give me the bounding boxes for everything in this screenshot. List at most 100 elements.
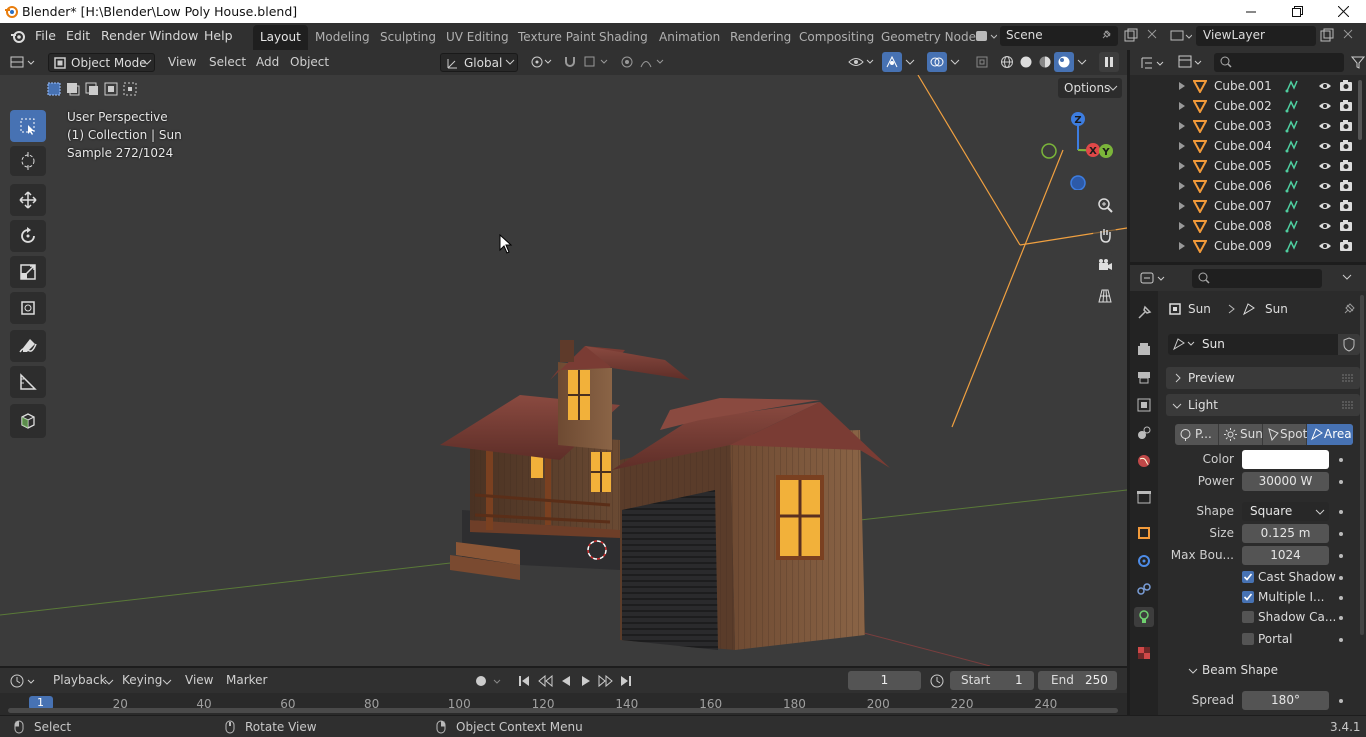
eye-icon[interactable] [1318,180,1332,192]
expand-arrow-icon[interactable] [1178,202,1186,210]
select-box-tool[interactable] [10,110,46,142]
camera-view-icon[interactable] [1093,253,1117,277]
keyframe-dot-icon[interactable] [1339,576,1343,580]
beam-shape-subpanel-header[interactable]: Beam Shape [1178,661,1358,681]
menu-window[interactable]: Window [149,28,198,43]
outliner-editor-icon[interactable] [1140,55,1168,71]
modifier-icon[interactable] [1285,239,1299,253]
jump-keyframe-forward-icon[interactable] [598,673,614,689]
add-cube-tool[interactable] [10,404,46,438]
size-field[interactable]: 0.125 m [1242,524,1329,543]
view-layer-tab-icon[interactable] [1134,395,1154,415]
start-frame-field[interactable]: Start 1 [950,671,1034,690]
menu-render[interactable]: Render [101,28,146,43]
transform-tool[interactable] [10,292,46,324]
constraints-tab-icon[interactable] [1134,579,1154,599]
modifier-icon[interactable] [1285,119,1299,133]
select-subtract-icon[interactable] [84,81,100,97]
keyframe-dot-icon[interactable] [1339,638,1343,642]
view-layer-icon[interactable] [1170,28,1192,44]
expand-arrow-icon[interactable] [1178,122,1186,130]
editor-type-icon[interactable] [10,54,38,70]
keyframe-dot-icon[interactable] [1339,554,1343,558]
pin-icon[interactable] [1342,302,1356,316]
gizmo-toggle-icon[interactable] [882,52,902,72]
fake-user-shield-icon[interactable] [1338,334,1360,355]
overlays-dropdown-icon[interactable] [948,52,962,72]
modifier-icon[interactable] [1285,139,1299,153]
expand-arrow-icon[interactable] [1178,142,1186,150]
material-preview-icon[interactable] [1035,52,1055,72]
timeline-scrollbar[interactable] [8,708,1118,713]
properties-editor-icon[interactable] [1140,270,1170,286]
options-dropdown[interactable]: Options [1058,78,1122,98]
outliner-item[interactable]: Cube.006 [1130,176,1366,196]
scene-icon[interactable] [975,28,997,44]
eye-icon[interactable] [1318,220,1332,232]
play-icon[interactable] [578,673,594,689]
3d-viewport[interactable]: Object Mode View Select Add Object Globa… [0,50,1127,666]
eye-icon[interactable] [1318,100,1332,112]
drag-handle-icon[interactable] [1342,401,1354,409]
menu-select[interactable]: Select [209,55,246,69]
scene-selector[interactable]: Scene [1000,26,1118,46]
annotate-tool[interactable] [10,330,46,362]
camera-render-icon[interactable] [1339,199,1353,212]
outliner-item[interactable]: Cube.009 [1130,236,1366,256]
select-intersect-icon[interactable] [122,81,138,97]
expand-arrow-icon[interactable] [1178,242,1186,250]
modifier-icon[interactable] [1285,219,1299,233]
portal-checkbox[interactable] [1242,633,1254,645]
snap-target-icon[interactable] [582,52,610,72]
pan-hand-icon[interactable] [1093,223,1117,247]
modifier-icon[interactable] [1285,79,1299,93]
tab-shading[interactable]: Shading [592,25,655,50]
menu-add[interactable]: Add [256,55,279,69]
falloff-icon[interactable] [638,52,666,72]
keyframe-dot-icon[interactable] [1339,458,1343,462]
camera-render-icon[interactable] [1339,119,1353,132]
light-datablock-name[interactable]: Sun [1202,337,1225,351]
blender-menu-icon[interactable] [10,28,26,44]
menu-file[interactable]: File [35,28,56,43]
menu-help[interactable]: Help [204,28,233,43]
tool-tab-icon[interactable] [1134,303,1154,323]
gizmo-dropdown-icon[interactable] [903,52,917,72]
cast-shadow-checkbox[interactable] [1242,571,1254,583]
chevron-down-icon[interactable] [1342,272,1352,282]
menu-view-timeline[interactable]: View [185,673,213,687]
jump-end-icon[interactable] [618,673,634,689]
display-mode-icon[interactable] [1178,54,1206,70]
camera-render-icon[interactable] [1339,79,1353,92]
minimize-button[interactable] [1228,0,1274,23]
eye-icon[interactable] [1318,160,1332,172]
light-type-sun[interactable]: Sun [1219,424,1263,445]
wireframe-shading-icon[interactable] [997,52,1017,72]
jump-keyframe-back-icon[interactable] [537,673,553,689]
outliner-item[interactable]: Cube.008 [1130,216,1366,236]
shape-dropdown[interactable]: Square [1242,502,1329,521]
properties-search-input[interactable] [1192,269,1322,288]
camera-render-icon[interactable] [1339,139,1353,152]
multiple-importance-checkbox[interactable] [1242,591,1254,603]
tab-texture-paint[interactable]: Texture Paint [511,25,602,50]
modifier-icon[interactable] [1285,179,1299,193]
move-tool[interactable] [10,184,46,216]
modifier-icon[interactable] [1285,99,1299,113]
tab-geometry-nodes[interactable]: Geometry Node [874,25,983,50]
keyframe-dot-icon[interactable] [1339,480,1343,484]
scene-tab-icon[interactable] [1134,423,1154,443]
camera-render-icon[interactable] [1339,179,1353,192]
outliner-search-input[interactable] [1214,53,1344,72]
world-tab-icon[interactable] [1134,451,1154,471]
new-scene-icon[interactable] [1124,28,1138,42]
shading-dropdown-icon[interactable] [1075,52,1089,72]
light-type-area[interactable]: Area [1307,424,1353,445]
object-mode-dropdown[interactable]: Object Mode [48,53,155,72]
restore-button[interactable] [1274,0,1320,23]
outliner-scrollbar[interactable] [1358,80,1362,140]
texture-tab-icon[interactable] [1134,643,1154,663]
modifier-icon[interactable] [1285,159,1299,173]
xray-toggle-icon[interactable] [972,52,992,72]
tab-layout[interactable]: Layout [253,25,308,50]
